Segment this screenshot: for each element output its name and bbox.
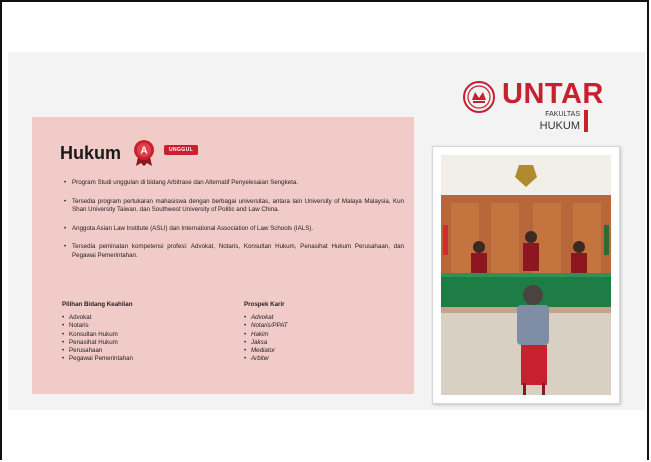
expertise-heading: Pilihan Bidang Keahlian — [62, 301, 133, 308]
list-item: Tersedia peminatan kompetensi profesi: A… — [64, 243, 404, 260]
program-info-card: Hukum A UNGGUL Program Studi unggulan di… — [32, 117, 414, 394]
list-item: Perusahaan — [62, 347, 222, 356]
status-badge: UNGGUL — [164, 145, 199, 155]
list-item: Tersedia program pertukaran mahasiswa de… — [64, 198, 404, 215]
list-item: Hakim — [244, 331, 404, 340]
logo-faculty-label: FAKULTAS — [545, 111, 580, 118]
list-item: Konsultan Hukum — [62, 331, 222, 340]
list-item: Arbiter — [244, 355, 404, 364]
courtroom-illustration — [441, 155, 611, 395]
list-item: Notaris/PPAT — [244, 322, 404, 331]
list-item: Anggota Asian Law Institute (ASLI) dan I… — [64, 225, 404, 234]
list-item: Mediator — [244, 347, 404, 356]
program-highlights: Program Studi unggulan di bidang Arbitra… — [64, 179, 404, 270]
career-heading: Prospek Karir — [244, 301, 285, 308]
list-item: Advokat — [62, 314, 222, 323]
courtroom-photo — [432, 146, 620, 404]
list-item: Program Studi unggulan di bidang Arbitra… — [64, 179, 404, 188]
logo-accent-bar — [584, 110, 588, 132]
university-emblem-icon — [463, 81, 495, 113]
list-item: Advokat — [244, 314, 404, 323]
untar-logo: UNTAR FAKULTAS HUKUM — [462, 78, 604, 138]
svg-text:A: A — [140, 146, 147, 157]
logo-faculty-name: HUKUM — [539, 120, 580, 132]
expertise-column: Pilihan Bidang Keahlian Advokat Notaris … — [62, 301, 222, 364]
accreditation-medal-icon: A — [134, 140, 154, 166]
logo-wordmark: UNTAR — [502, 78, 604, 110]
list-item: Jaksa — [244, 339, 404, 348]
list-item: Notaris — [62, 322, 222, 331]
list-item: Penasihat Hukum — [62, 339, 222, 348]
list-item: Pegawai Pemerintahan — [62, 355, 222, 364]
career-column: Prospek Karir Advokat Notaris/PPAT Hakim… — [244, 301, 404, 364]
page-title: Hukum — [60, 143, 122, 163]
